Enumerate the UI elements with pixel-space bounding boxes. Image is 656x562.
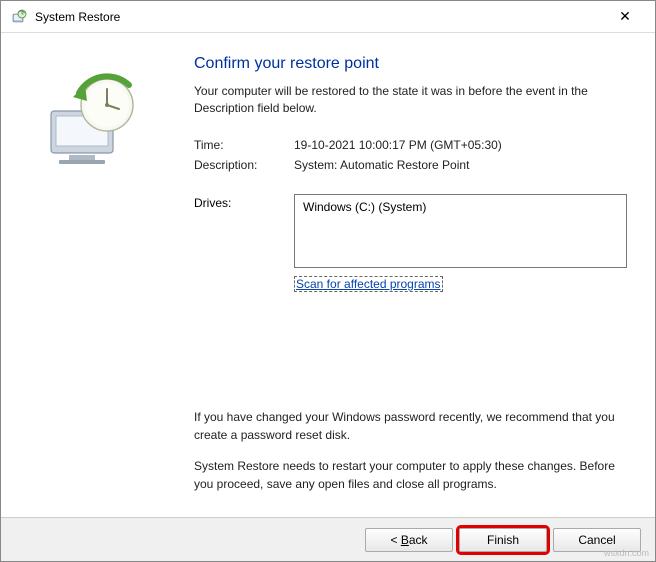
system-restore-icon (11, 9, 27, 25)
time-label: Time: (194, 138, 294, 152)
scan-affected-programs-link[interactable]: Scan for affected programs (294, 276, 443, 292)
page-subtext: Your computer will be restored to the st… (194, 83, 627, 118)
restart-note: System Restore needs to restart your com… (194, 458, 627, 493)
password-note: If you have changed your Windows passwor… (194, 409, 627, 444)
spacer (194, 292, 627, 410)
cancel-button[interactable]: Cancel (553, 528, 641, 552)
time-row: Time: 19-10-2021 10:00:17 PM (GMT+05:30) (194, 138, 627, 152)
drives-section: Drives: Windows (C:) (System) Scan for a… (194, 194, 627, 292)
window-title: System Restore (35, 10, 605, 24)
time-value: 19-10-2021 10:00:17 PM (GMT+05:30) (294, 138, 627, 152)
sidebar (1, 33, 176, 517)
description-label: Description: (194, 158, 294, 172)
close-button[interactable]: ✕ (605, 3, 645, 31)
drives-label: Drives: (194, 194, 294, 292)
back-button[interactable]: < Back (365, 528, 453, 552)
close-icon: ✕ (619, 8, 631, 25)
description-value: System: Automatic Restore Point (294, 158, 627, 172)
titlebar: System Restore ✕ (1, 1, 655, 33)
system-restore-window: System Restore ✕ (0, 0, 656, 562)
drives-right: Windows (C:) (System) Scan for affected … (294, 194, 627, 292)
restore-graphic-icon (29, 63, 149, 163)
main-panel: Confirm your restore point Your computer… (176, 33, 655, 517)
content-area: Confirm your restore point Your computer… (1, 33, 655, 517)
drive-item: Windows (C:) (System) (303, 200, 618, 214)
finish-button[interactable]: Finish (459, 528, 547, 552)
page-heading: Confirm your restore point (194, 55, 627, 73)
footer: < Back Finish Cancel (1, 517, 655, 561)
description-row: Description: System: Automatic Restore P… (194, 158, 627, 172)
drives-listbox[interactable]: Windows (C:) (System) (294, 194, 627, 268)
